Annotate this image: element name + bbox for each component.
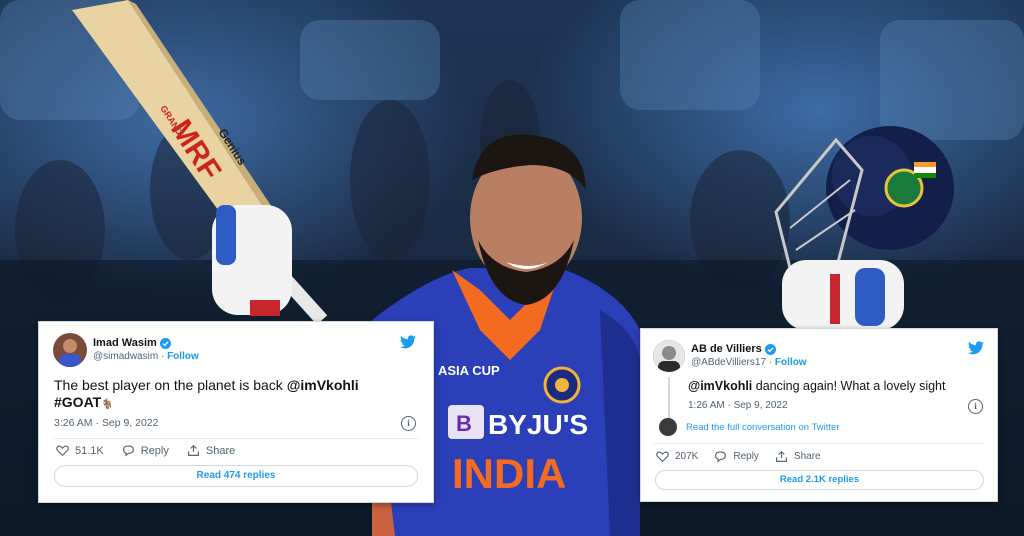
tweet-actions: 51.1K Reply Share bbox=[56, 444, 253, 457]
read-replies-button[interactable]: Read 474 replies bbox=[54, 465, 418, 487]
thread-connector bbox=[668, 377, 670, 423]
share-upload-icon bbox=[187, 444, 199, 456]
svg-text:B: B bbox=[456, 411, 472, 436]
mini-avatar bbox=[659, 418, 677, 436]
mention-link[interactable]: @imVkohli bbox=[688, 379, 752, 393]
share-upload-icon bbox=[775, 450, 787, 462]
user-avatar[interactable] bbox=[653, 340, 685, 372]
user-handle[interactable]: @ABdeVilliers17 bbox=[691, 357, 766, 368]
share-button[interactable]: Share bbox=[775, 450, 821, 463]
tweet-card-imad-wasim[interactable]: Imad Wasim @simadwasim · Follow The best… bbox=[38, 321, 434, 503]
jersey-event-label: ASIA CUP bbox=[438, 363, 500, 378]
avatar-photo-icon bbox=[653, 340, 685, 372]
heart-icon bbox=[56, 445, 69, 457]
reply-bubble-icon bbox=[715, 451, 727, 463]
share-label: Share bbox=[793, 451, 821, 462]
like-count: 207K bbox=[675, 451, 699, 462]
goat-emoji: 🐐 bbox=[101, 399, 114, 410]
info-icon[interactable]: i bbox=[968, 399, 983, 414]
heart-icon bbox=[656, 451, 669, 463]
left-glove bbox=[212, 205, 292, 316]
divider bbox=[53, 438, 419, 439]
avatar-photo-icon bbox=[59, 339, 81, 367]
right-glove bbox=[782, 260, 904, 330]
tweet-timestamp[interactable]: 1:26 AM · Sep 9, 2022 bbox=[688, 400, 788, 411]
jersey-sponsor-label: BYJU'S bbox=[488, 409, 588, 440]
helmet bbox=[774, 126, 954, 272]
read-conversation-link[interactable]: Read the full conversation on Twitter bbox=[659, 418, 840, 436]
like-button[interactable]: 207K bbox=[656, 450, 698, 463]
share-label: Share bbox=[205, 444, 236, 457]
mention-link[interactable]: @imVkohli bbox=[287, 377, 359, 393]
tweet-text-plain: dancing again! What a lovely sight bbox=[752, 379, 946, 393]
user-avatar[interactable] bbox=[53, 333, 87, 367]
user-display-name[interactable]: AB de Villiers bbox=[691, 342, 762, 356]
divider bbox=[654, 443, 984, 444]
like-count: 51.1K bbox=[75, 444, 104, 457]
tweet-header: AB de Villiers @ABdeVilliers17 · Follow bbox=[653, 340, 807, 372]
info-icon[interactable]: i bbox=[401, 416, 416, 431]
tweet-card-ab-de-villiers[interactable]: AB de Villiers @ABdeVilliers17 · Follow … bbox=[640, 328, 998, 502]
handle-separator: · bbox=[768, 357, 773, 368]
share-button[interactable]: Share bbox=[187, 444, 235, 457]
reply-button[interactable]: Reply bbox=[714, 450, 759, 463]
tweet-text: The best player on the planet is back @i… bbox=[54, 377, 414, 413]
twitter-bird-icon[interactable] bbox=[400, 335, 416, 349]
reply-bubble-icon bbox=[122, 445, 134, 457]
tweet-header: Imad Wasim @simadwasim · Follow bbox=[53, 333, 199, 367]
twitter-bird-icon[interactable] bbox=[968, 341, 984, 355]
jersey-team-label: INDIA bbox=[452, 450, 566, 497]
tweet-text-plain: The best player on the planet is back bbox=[54, 377, 287, 393]
hashtag-link[interactable]: #GOAT bbox=[54, 394, 101, 410]
tweet-actions: 207K Reply Share bbox=[656, 450, 837, 463]
reply-button[interactable]: Reply bbox=[122, 444, 169, 457]
like-button[interactable]: 51.1K bbox=[56, 444, 104, 457]
user-handle[interactable]: @simadwasim bbox=[93, 351, 158, 362]
tweet-text: @imVkohli dancing again! What a lovely s… bbox=[688, 379, 978, 394]
follow-link[interactable]: Follow bbox=[775, 357, 807, 368]
tweet-timestamp[interactable]: 3:26 AM · Sep 9, 2022 bbox=[54, 417, 159, 429]
conversation-link-label: Read the full conversation on Twitter bbox=[686, 421, 840, 433]
reply-label: Reply bbox=[140, 444, 169, 457]
follow-link[interactable]: Follow bbox=[167, 351, 199, 362]
verified-badge-icon bbox=[159, 337, 171, 349]
handle-separator: · bbox=[160, 351, 165, 362]
read-replies-button[interactable]: Read 2.1K replies bbox=[655, 470, 984, 490]
reply-label: Reply bbox=[733, 451, 759, 462]
verified-badge-icon bbox=[764, 343, 776, 355]
user-display-name[interactable]: Imad Wasim bbox=[93, 336, 157, 350]
